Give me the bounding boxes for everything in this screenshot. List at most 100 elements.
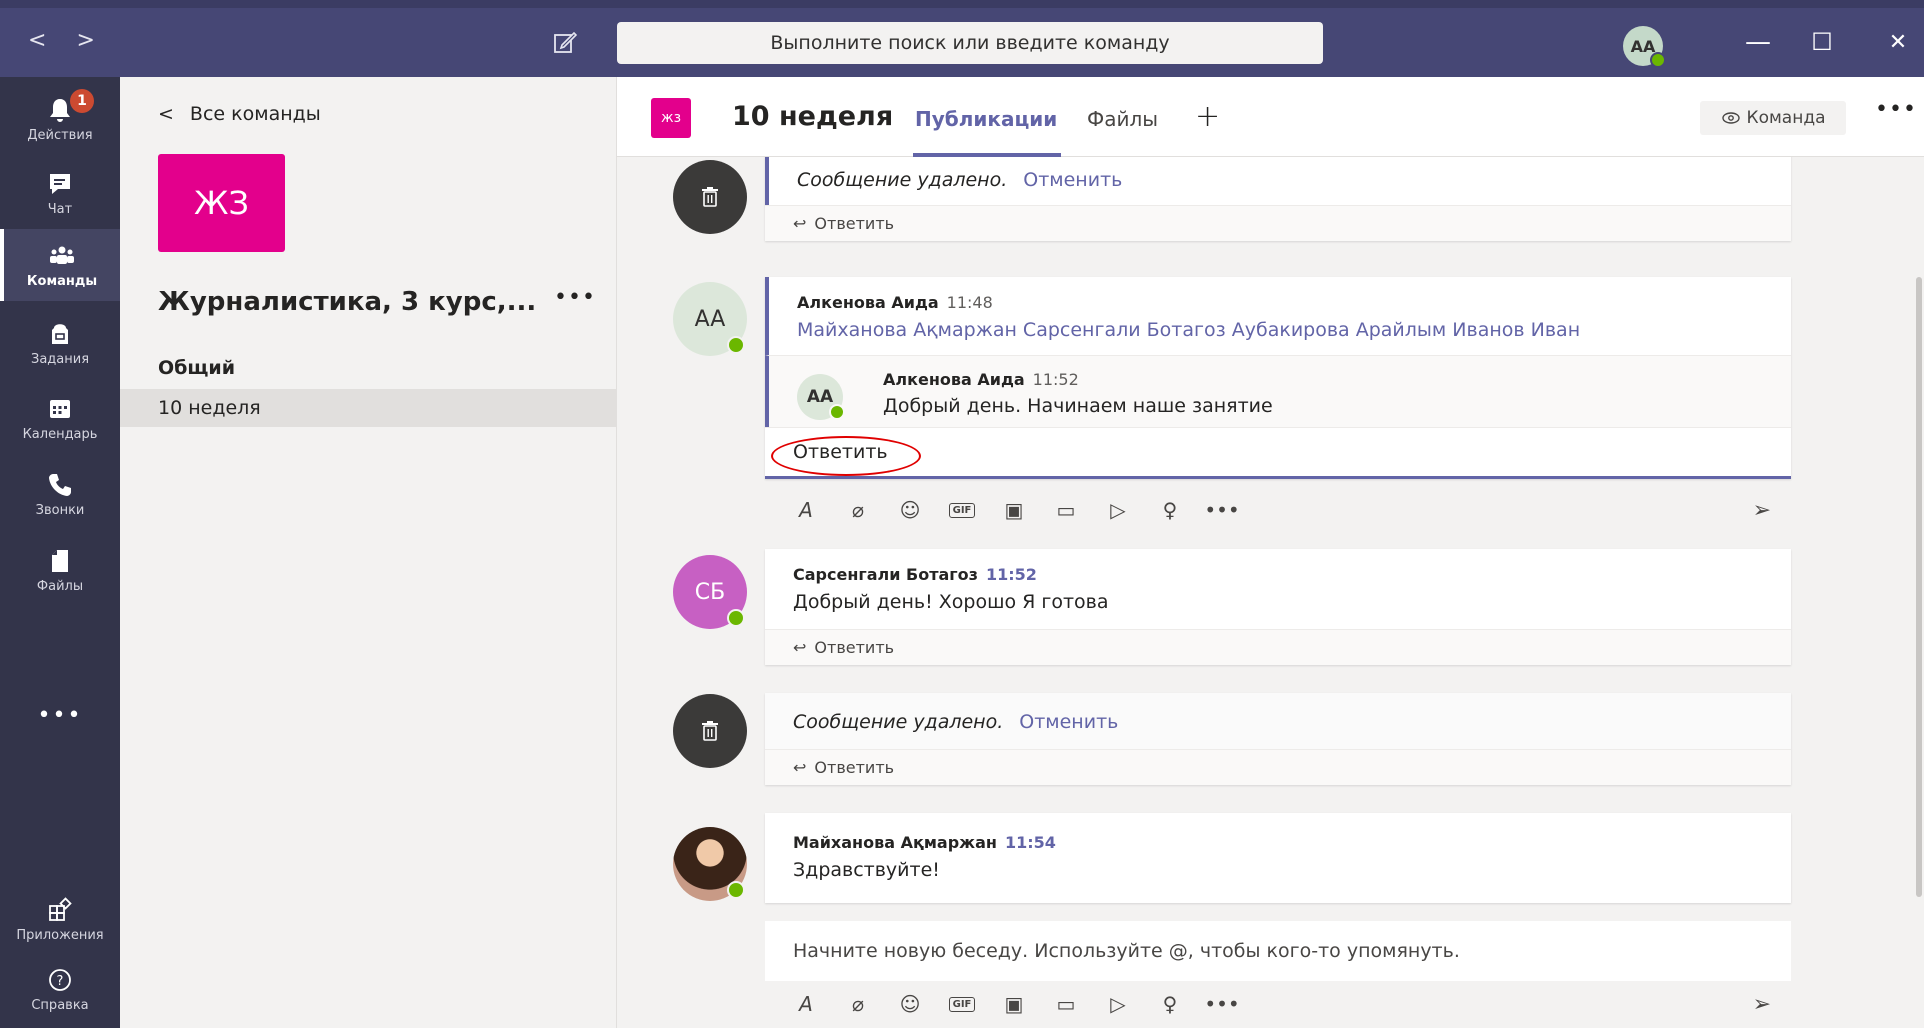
- tab-posts[interactable]: Публикации: [915, 107, 1057, 131]
- stream-icon[interactable]: ▷: [1105, 991, 1131, 1017]
- sticker-icon[interactable]: ▣: [1001, 991, 1027, 1017]
- more-options-icon[interactable]: •••: [1204, 991, 1239, 1017]
- compose-toolbar: A ⌀ ☺ GIF ▣ ▭ ▷ ♀ ••• ➢: [765, 490, 1791, 530]
- channel-label: 10 неделя: [158, 397, 261, 419]
- sticker-icon[interactable]: ▣: [1001, 497, 1027, 523]
- praise-icon[interactable]: ♀: [1157, 991, 1183, 1017]
- rail-item-calendar[interactable]: Календарь: [0, 382, 120, 454]
- user-avatar-initials: AA: [1630, 36, 1656, 56]
- more-options-icon[interactable]: •••: [1204, 497, 1239, 523]
- emoji-icon[interactable]: ☺: [897, 991, 923, 1017]
- team-button[interactable]: Команда: [1700, 101, 1846, 135]
- reply-button[interactable]: ↩ Ответить: [765, 629, 1791, 665]
- meet-now-icon[interactable]: ▭: [1053, 497, 1079, 523]
- rail-label-teams: Команды: [26, 273, 98, 289]
- search-placeholder: Выполните поиск или введите команду: [770, 32, 1170, 54]
- message-time: 11:54: [1004, 833, 1056, 852]
- team-panel: < Все команды ЖЗ Журналистика, 3 курс,..…: [120, 77, 617, 1028]
- meet-now-icon[interactable]: ▭: [1053, 991, 1079, 1017]
- phone-icon: [49, 473, 71, 496]
- reply-label: Ответить: [814, 638, 895, 657]
- praise-icon[interactable]: ♀: [1157, 497, 1183, 523]
- app-rail: 1 Действия Чат Команды Задания Календарь…: [0, 77, 120, 1028]
- send-icon[interactable]: ➢: [1753, 498, 1771, 523]
- reply-author: Алкенова Аида: [883, 370, 1025, 389]
- undo-delete-link[interactable]: Отменить: [1019, 711, 1118, 733]
- title-bar: < > Выполните поиск или введите команду …: [0, 0, 1924, 77]
- reply-avatar-initials: AA: [806, 387, 834, 407]
- rail-item-apps[interactable]: Приложения: [0, 883, 120, 955]
- avatar[interactable]: AA: [673, 282, 747, 356]
- compose-icon[interactable]: [552, 30, 578, 56]
- attach-icon[interactable]: ⌀: [845, 497, 871, 523]
- format-icon[interactable]: A: [793, 497, 819, 523]
- team-avatar: ЖЗ: [158, 154, 285, 252]
- channel-item-general[interactable]: Общий: [158, 357, 235, 379]
- attach-icon[interactable]: ⌀: [845, 991, 871, 1017]
- message-author: Алкенова Аида: [797, 293, 939, 312]
- eye-icon: [1721, 112, 1740, 124]
- tab-files[interactable]: Файлы: [1087, 107, 1158, 131]
- emoji-icon[interactable]: ☺: [897, 497, 923, 523]
- new-conversation-input[interactable]: Начните новую беседу. Используйте @, что…: [765, 921, 1791, 981]
- back-arrow-button[interactable]: <: [28, 28, 46, 53]
- chat-icon: [50, 173, 70, 194]
- rail-label-calendar: Календарь: [22, 426, 98, 442]
- reply-label: Ответить: [814, 758, 895, 777]
- stream-icon[interactable]: ▷: [1105, 497, 1131, 523]
- gif-icon[interactable]: GIF: [948, 497, 976, 523]
- minimize-button[interactable]: —: [1738, 22, 1778, 62]
- reply-button[interactable]: ↩ Ответить: [765, 205, 1791, 241]
- new-conversation-placeholder: Начните новую беседу. Используйте @, что…: [793, 940, 1460, 962]
- gif-icon[interactable]: GIF: [948, 991, 976, 1017]
- channel-item-week10[interactable]: 10 неделя: [120, 389, 617, 427]
- message-author: Майханова Ақмаржан: [793, 833, 997, 852]
- deleted-avatar: [673, 694, 747, 768]
- close-button[interactable]: ✕: [1878, 22, 1918, 62]
- reply-input[interactable]: Ответить: [765, 427, 1791, 479]
- undo-delete-link[interactable]: Отменить: [1023, 169, 1122, 191]
- reply-arrow-icon: ↩: [793, 758, 807, 777]
- deleted-message-text: Сообщение удалено.: [793, 711, 1004, 733]
- format-icon[interactable]: A: [793, 991, 819, 1017]
- history-nav: < >: [28, 28, 95, 53]
- presence-available-icon: [727, 609, 745, 627]
- trash-icon: [702, 721, 718, 741]
- reply-label: Ответить: [814, 214, 895, 233]
- maximize-button[interactable]: ☐: [1802, 22, 1842, 62]
- avatar[interactable]: СБ: [673, 555, 747, 629]
- compose-toolbar-bottom: A ⌀ ☺ GIF ▣ ▭ ▷ ♀ ••• ➢: [765, 984, 1791, 1024]
- svg-text:?: ?: [57, 974, 64, 989]
- reply-avatar[interactable]: AA: [797, 374, 845, 420]
- trash-icon: [702, 187, 718, 207]
- rail-item-calls[interactable]: Звонки: [0, 458, 120, 530]
- reply-time: 11:52: [1032, 370, 1079, 389]
- rail-label-help: Справка: [31, 997, 89, 1013]
- rail-item-assignments[interactable]: Задания: [0, 307, 120, 379]
- reply-button[interactable]: ↩ Ответить: [765, 749, 1791, 785]
- user-avatar[interactable]: AA: [1623, 26, 1666, 68]
- send-icon[interactable]: ➢: [1753, 992, 1771, 1017]
- presence-available-icon: [1650, 52, 1666, 68]
- rail-label-files: Файлы: [36, 578, 84, 594]
- avatar-photo[interactable]: [673, 827, 747, 901]
- channel-more-button[interactable]: •••: [1875, 97, 1917, 122]
- rail-item-activity[interactable]: 1 Действия: [0, 83, 120, 155]
- rail-item-teams[interactable]: Команды: [0, 229, 120, 301]
- teams-icon: [50, 246, 74, 264]
- message-mentions[interactable]: Майханова Ақмаржан Сарсенгали Ботагоз Ау…: [797, 319, 1763, 341]
- scrollbar[interactable]: [1916, 277, 1922, 897]
- all-teams-link[interactable]: < Все команды: [158, 103, 321, 125]
- team-more-button[interactable]: •••: [554, 285, 596, 310]
- rail-item-files[interactable]: Файлы: [0, 534, 120, 606]
- forward-arrow-button[interactable]: >: [76, 28, 94, 53]
- message-card: Майханова Ақмаржан 11:54 Здравствуйте!: [765, 813, 1791, 903]
- rail-item-chat[interactable]: Чат: [0, 157, 120, 229]
- add-tab-button[interactable]: +: [1195, 99, 1220, 134]
- message-time: 11:48: [946, 293, 993, 312]
- rail-more-button[interactable]: •••: [0, 703, 120, 728]
- search-input[interactable]: Выполните поиск или введите команду: [617, 22, 1323, 64]
- deleted-message-card: Сообщение удалено. Отменить ↩ Ответить: [765, 157, 1791, 241]
- message-card: Сарсенгали Ботагоз 11:52 Добрый день! Хор…: [765, 549, 1791, 665]
- rail-item-help[interactable]: ? Справка: [0, 953, 120, 1025]
